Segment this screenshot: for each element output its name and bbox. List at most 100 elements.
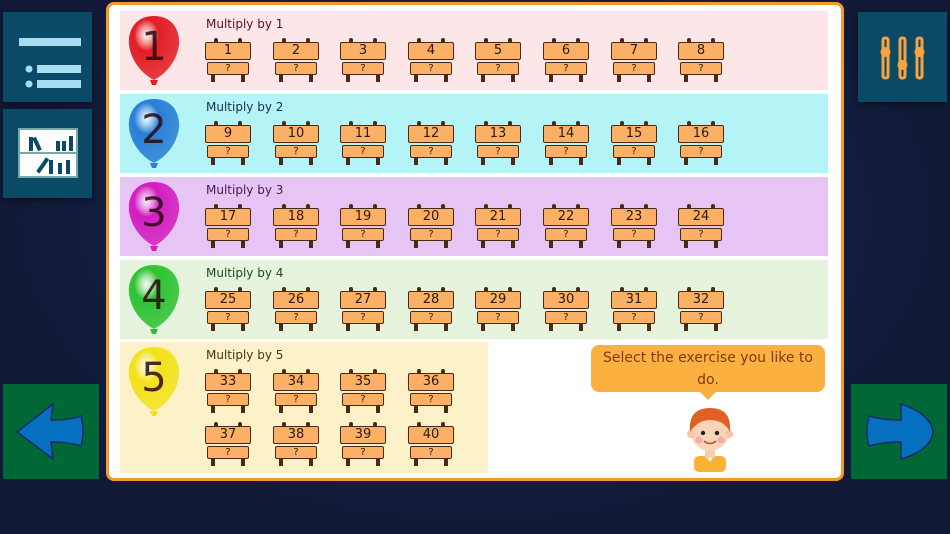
exercise-sign-22[interactable]: 22?: [543, 204, 589, 248]
exercise-sign-12[interactable]: 12?: [408, 121, 454, 165]
exercise-sign-24[interactable]: 24?: [678, 204, 724, 248]
sliders-icon: [880, 36, 925, 80]
exercise-sign-19[interactable]: 19?: [340, 204, 386, 248]
multiply-row-1: 1 Multiply by 1 1? 2? 3? 4? 5? 6? 7? 8?: [120, 11, 828, 90]
menu-button[interactable]: [3, 12, 92, 102]
exercise-sign-4[interactable]: 4?: [408, 38, 454, 82]
exercise-sign-15[interactable]: 15?: [611, 121, 657, 165]
statistics-button[interactable]: [3, 109, 92, 198]
row-label: Multiply by 4: [206, 266, 284, 280]
exercise-number: 8: [678, 42, 724, 60]
exercise-sign-35[interactable]: 35?: [340, 369, 386, 413]
exercise-number: 28: [408, 291, 454, 309]
exercise-number: 30: [543, 291, 589, 309]
balloon-icon: 2: [128, 99, 180, 168]
exercise-sign-14[interactable]: 14?: [543, 121, 589, 165]
exercise-number: 18: [273, 208, 319, 226]
exercise-number: 34: [273, 373, 319, 391]
exercise-number: 26: [273, 291, 319, 309]
instruction-text: Select the exercise you like to do.: [603, 350, 813, 388]
exercise-sign-7[interactable]: 7?: [611, 38, 657, 82]
exercise-number: 6: [543, 42, 589, 60]
exercise-number: 17: [205, 208, 251, 226]
multiply-row-2: 2 Multiply by 2 9? 10? 11? 12? 13? 14? 15? 16?: [120, 94, 828, 173]
exercise-number: 23: [611, 208, 657, 226]
exercise-sign-17[interactable]: 17?: [205, 204, 251, 248]
balloon-icon: 4: [128, 265, 180, 334]
exercise-sign-29[interactable]: 29?: [475, 287, 521, 331]
exercise-sign-1[interactable]: 1?: [205, 38, 251, 82]
exercise-sign-9[interactable]: 9?: [205, 121, 251, 165]
exercise-sign-18[interactable]: 18?: [273, 204, 319, 248]
list-icon: [19, 38, 81, 88]
exercise-sign-27[interactable]: 27?: [340, 287, 386, 331]
next-button[interactable]: [851, 384, 947, 479]
exercise-sign-32[interactable]: 32?: [678, 287, 724, 331]
exercise-sign-28[interactable]: 28?: [408, 287, 454, 331]
exercise-sign-13[interactable]: 13?: [475, 121, 521, 165]
exercise-sign-40[interactable]: 40?: [408, 422, 454, 466]
exercise-number: 2: [273, 42, 319, 60]
exercise-sign-8[interactable]: 8?: [678, 38, 724, 82]
exercise-number: 1: [205, 42, 251, 60]
settings-button[interactable]: [858, 12, 947, 102]
exercise-sign-37[interactable]: 37?: [205, 422, 251, 466]
exercise-number: 37: [205, 426, 251, 444]
exercise-sign-6[interactable]: 6?: [543, 38, 589, 82]
exercise-sign-3[interactable]: 3?: [340, 38, 386, 82]
exercise-sign-11[interactable]: 11?: [340, 121, 386, 165]
exercise-number: 4: [408, 42, 454, 60]
exercise-number: 31: [611, 291, 657, 309]
exercise-number: 35: [340, 373, 386, 391]
exercise-sign-38[interactable]: 38?: [273, 422, 319, 466]
exercise-sign-21[interactable]: 21?: [475, 204, 521, 248]
svg-text:3: 3: [141, 190, 166, 236]
exercise-number: 40: [408, 426, 454, 444]
exercise-number: 25: [205, 291, 251, 309]
bookshelf-icon: [18, 128, 78, 178]
exercise-number: 22: [543, 208, 589, 226]
exercise-sign-31[interactable]: 31?: [611, 287, 657, 331]
svg-text:2: 2: [141, 107, 166, 153]
exercise-sign-5[interactable]: 5?: [475, 38, 521, 82]
exercise-number: 20: [408, 208, 454, 226]
exercise-number: 39: [340, 426, 386, 444]
exercise-sign-30[interactable]: 30?: [543, 287, 589, 331]
exercise-sign-25[interactable]: 25?: [205, 287, 251, 331]
exercise-sign-39[interactable]: 39?: [340, 422, 386, 466]
exercise-number: 7: [611, 42, 657, 60]
exercise-sign-2[interactable]: 2?: [273, 38, 319, 82]
exercise-sign-10[interactable]: 10?: [273, 121, 319, 165]
multiply-row-5: 5 Multiply by 5 33? 34? 35? 36? 37? 38? 39? 40?: [120, 342, 488, 473]
svg-text:5: 5: [141, 355, 166, 401]
exercise-sign-16[interactable]: 16?: [678, 121, 724, 165]
exercise-sign-20[interactable]: 20?: [408, 204, 454, 248]
row-label: Multiply by 3: [206, 183, 284, 197]
exercise-number: 38: [273, 426, 319, 444]
exercise-sign-34[interactable]: 34?: [273, 369, 319, 413]
exercise-number: 21: [475, 208, 521, 226]
exercise-number: 24: [678, 208, 724, 226]
exercise-sign-26[interactable]: 26?: [273, 287, 319, 331]
back-button[interactable]: [3, 384, 99, 479]
row-label: Multiply by 1: [206, 17, 284, 31]
exercise-sign-36[interactable]: 36?: [408, 369, 454, 413]
exercise-number: 15: [611, 125, 657, 143]
exercise-sign-23[interactable]: 23?: [611, 204, 657, 248]
exercise-number: 11: [340, 125, 386, 143]
row-label: Multiply by 2: [206, 100, 284, 114]
exercise-number: 32: [678, 291, 724, 309]
speech-bubble: Select the exercise you like to do.: [591, 345, 825, 400]
exercise-number: 36: [408, 373, 454, 391]
exercise-number: 5: [475, 42, 521, 60]
balloon-icon: 3: [128, 182, 180, 251]
svg-text:1: 1: [141, 24, 166, 70]
exercise-sign-33[interactable]: 33?: [205, 369, 251, 413]
svg-text:4: 4: [141, 273, 166, 319]
arrow-left-icon: [15, 402, 84, 461]
exercise-number: 14: [543, 125, 589, 143]
exercise-number: 3: [340, 42, 386, 60]
exercise-number: 10: [273, 125, 319, 143]
exercise-number: 19: [340, 208, 386, 226]
exercise-number: 16: [678, 125, 724, 143]
